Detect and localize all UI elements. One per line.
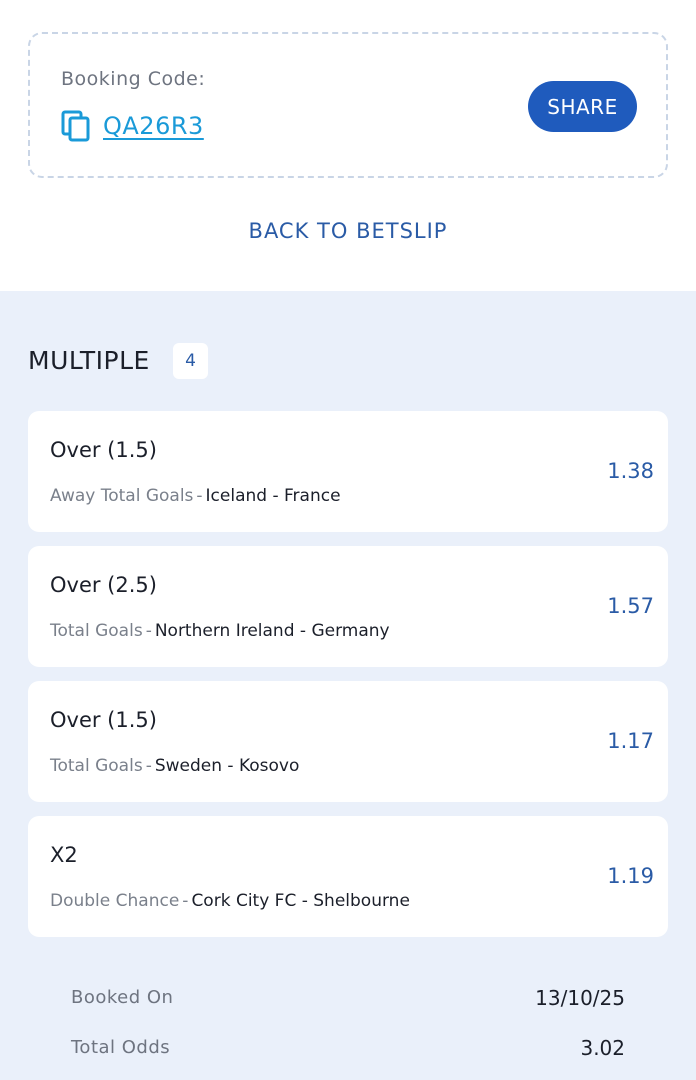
selection-odds: 1.57 [607, 594, 654, 618]
share-button[interactable]: SHARE [528, 81, 637, 132]
selection-market: Total Goals [50, 621, 143, 641]
separator: - [145, 756, 152, 776]
booking-code-value[interactable]: QA26R3 [103, 112, 204, 140]
selection-market: Away Total Goals [50, 486, 194, 506]
selection-odds: 1.17 [607, 729, 654, 753]
booking-header: Booking Code: QA26R3 SHARE BACK TO BETSL… [0, 0, 696, 291]
selection-card: X2 Double Chance - Cork City FC - Shelbour… [28, 816, 668, 937]
selection-card: Over (1.5) Away Total Goals - Iceland - Fr… [28, 411, 668, 532]
booked-on-value: 13/10/25 [535, 986, 625, 1010]
separator: - [196, 486, 203, 506]
selection-pick: Over (1.5) [50, 438, 157, 462]
booking-code-box: Booking Code: QA26R3 SHARE [28, 32, 668, 178]
selection-event: Iceland - France [205, 486, 341, 506]
selection-details: Double Chance - Cork City FC - Shelbourne [50, 891, 410, 911]
selection-event: Sweden - Kosovo [154, 756, 300, 776]
selection-count-badge: 4 [173, 343, 208, 379]
separator: - [145, 621, 152, 641]
separator: - [182, 891, 189, 911]
back-to-betslip-link[interactable]: BACK TO BETSLIP [0, 219, 696, 243]
selection-card: Over (2.5) Total Goals - Northern Ireland … [28, 546, 668, 667]
selection-details: Total Goals - Northern Ireland - Germany [50, 621, 390, 641]
selection-pick: X2 [50, 843, 78, 867]
selection-pick: Over (1.5) [50, 708, 157, 732]
selection-details: Total Goals - Sweden - Kosovo [50, 756, 299, 776]
booked-on-label: Booked On [71, 987, 174, 1008]
total-odds-label: Total Odds [71, 1037, 171, 1058]
selection-odds: 1.38 [607, 459, 654, 483]
booking-code-label: Booking Code: [61, 68, 206, 90]
selection-event: Northern Ireland - Germany [154, 621, 390, 641]
selection-event: Cork City FC - Shelbourne [191, 891, 410, 911]
bet-type-title: MULTIPLE [28, 346, 150, 375]
selection-odds: 1.19 [607, 864, 654, 888]
copy-icon[interactable] [61, 110, 91, 142]
booking-code-row[interactable]: QA26R3 [61, 110, 204, 142]
selection-details: Away Total Goals - Iceland - France [50, 486, 341, 506]
selection-card: Over (1.5) Total Goals - Sweden - Kosovo 1… [28, 681, 668, 802]
selection-market: Double Chance [50, 891, 180, 911]
selection-market: Total Goals [50, 756, 143, 776]
betslip-details: MULTIPLE 4 Over (1.5) Away Total Goals - I… [0, 291, 696, 1080]
total-odds-value: 3.02 [580, 1036, 625, 1060]
selection-pick: Over (2.5) [50, 573, 157, 597]
